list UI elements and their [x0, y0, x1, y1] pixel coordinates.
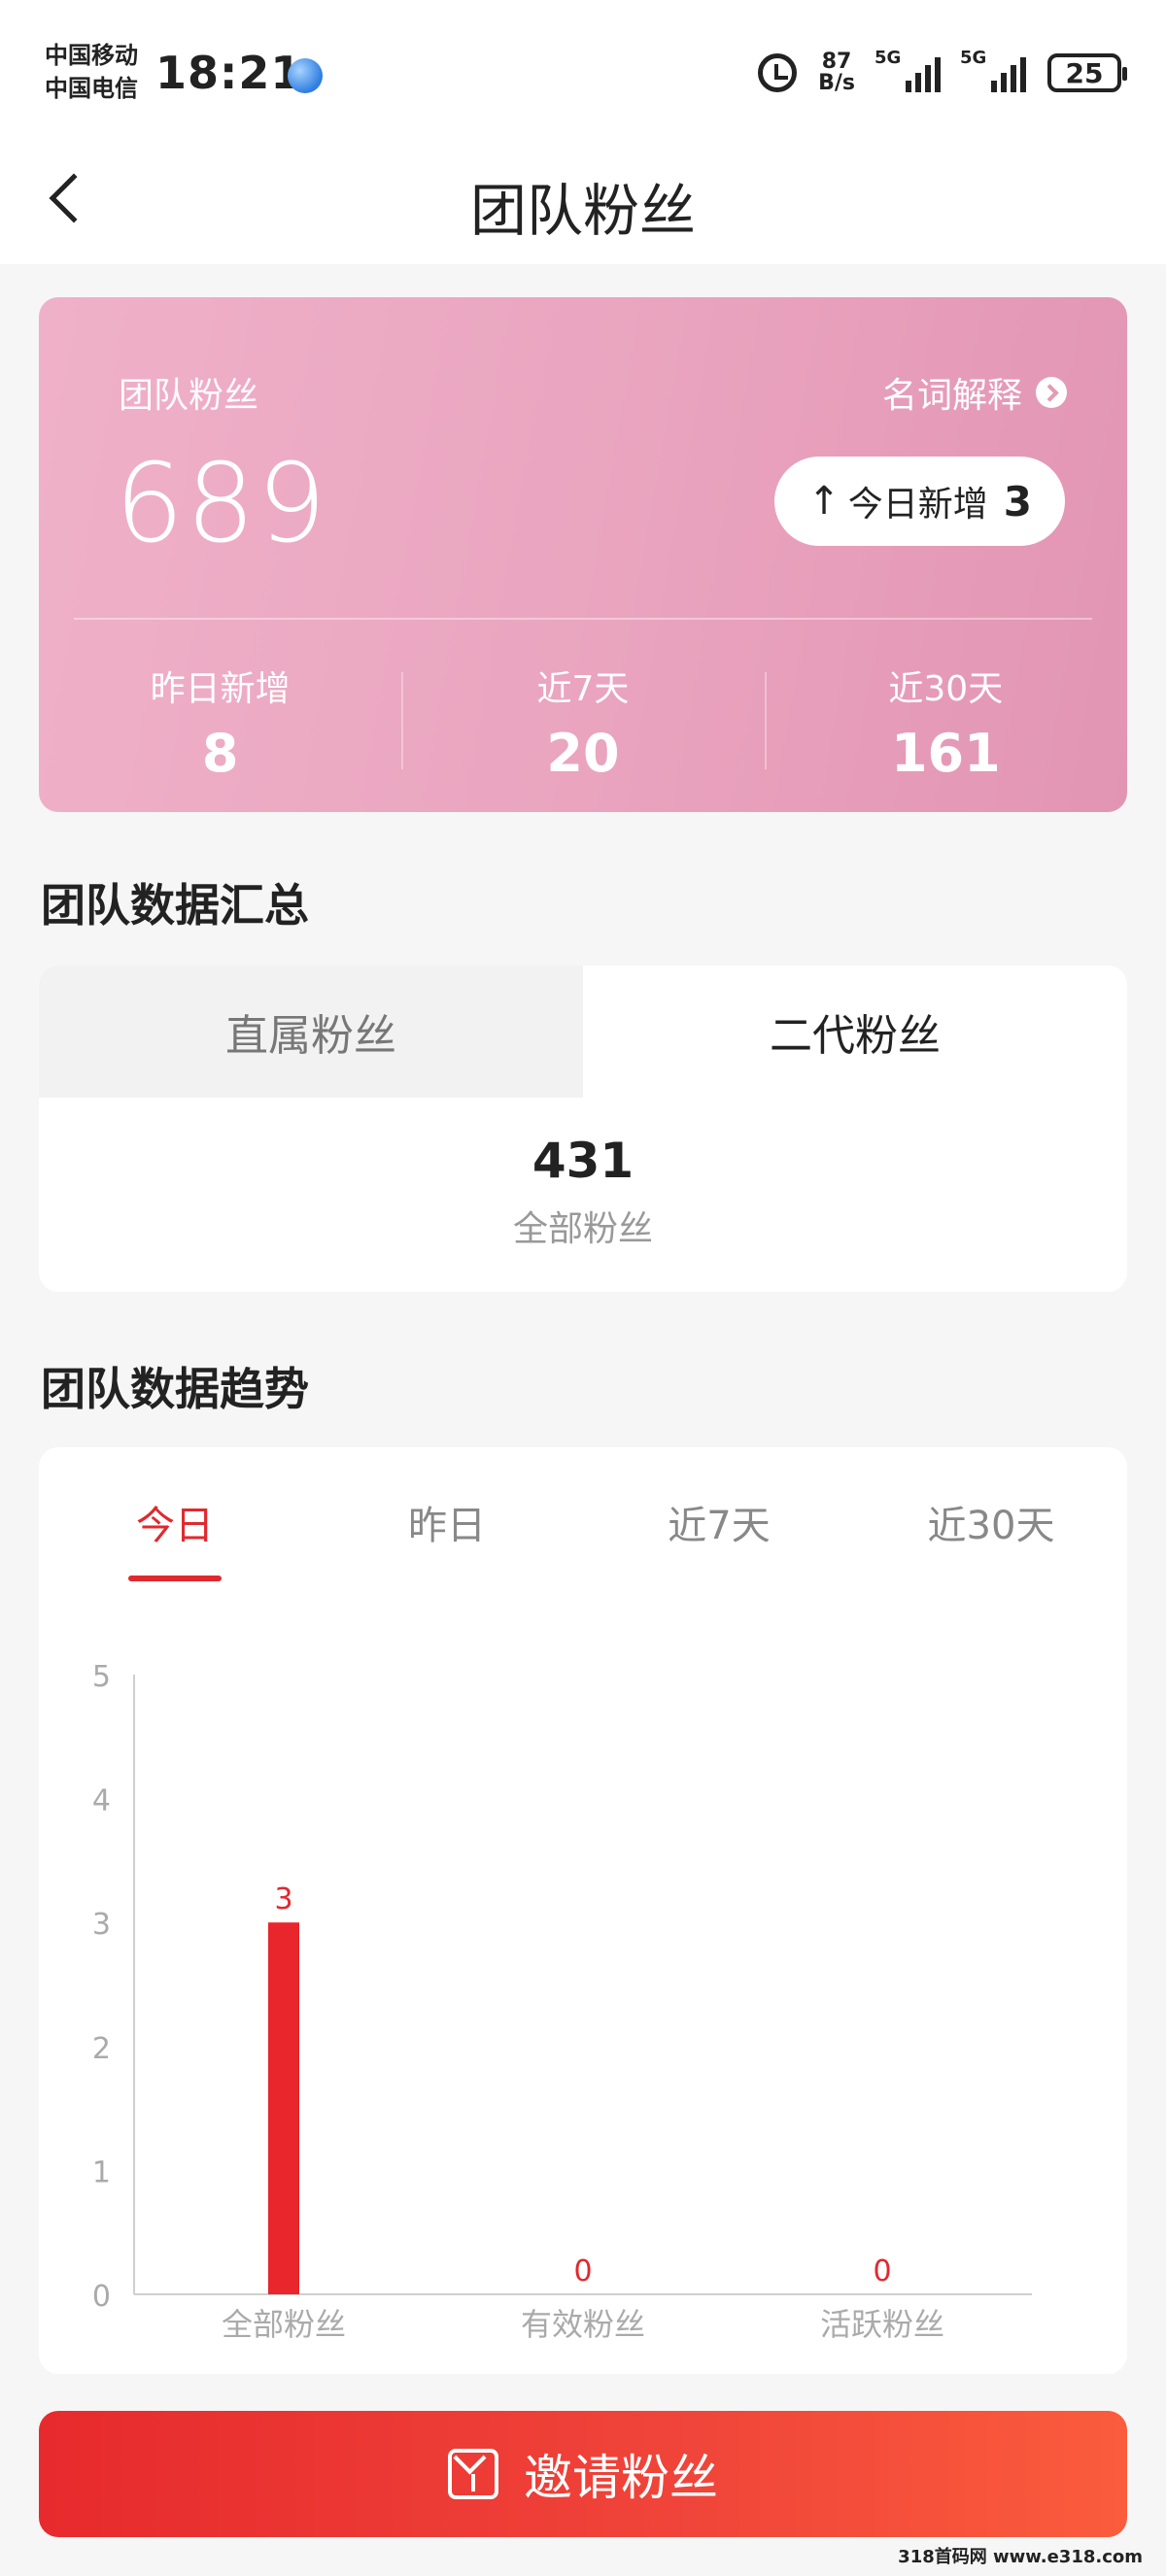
tab-direct-fans[interactable]: 直属粉丝: [39, 966, 583, 1098]
y-tick-label: 1: [92, 2155, 111, 2189]
stat-value: 161: [890, 723, 1001, 784]
fans-card-label: 团队粉丝: [119, 376, 259, 416]
summary-value: 431: [532, 1133, 634, 1189]
status-bar: 中国移动 中国电信 18:21 87 B/s 5G 5G 25: [0, 0, 1166, 136]
chevron-right-circle-icon: [1036, 377, 1067, 408]
signal-label-2: 5G: [960, 48, 987, 68]
invite-envelope-icon: [448, 2449, 498, 2499]
signal-icon: 5G: [874, 48, 941, 92]
today-new-value: 3: [1003, 477, 1032, 525]
fans-total: 689: [115, 441, 328, 567]
divider: [74, 618, 1092, 620]
trend-bar-chart: 0 1 2 3 4 5 3 全部粉丝 0 有效粉丝 0 活跃粉丝: [92, 1660, 1032, 2343]
net-speed: 87 B/s: [818, 51, 855, 94]
stat-yesterday: 昨日新增 8: [39, 643, 401, 789]
status-icons: 87 B/s 5G 5G 25: [758, 48, 1127, 97]
bar-data-label: 3: [274, 1882, 292, 1916]
x-category-label: 有效粉丝: [521, 2306, 645, 2343]
invite-fans-label: 邀请粉丝: [524, 2450, 718, 2506]
bar: [268, 1922, 299, 2294]
glossary-link[interactable]: 名词解释: [882, 367, 1067, 418]
y-tick-label: 5: [92, 1660, 111, 1694]
tab-second-gen-fans[interactable]: 二代粉丝: [583, 966, 1127, 1098]
signal-label-1: 5G: [874, 48, 902, 68]
carrier-1: 中国移动: [45, 42, 138, 69]
summary-section-title: 团队数据汇总: [41, 879, 309, 932]
stat-30-days: 近30天 161: [764, 643, 1127, 789]
glossary-link-label: 名词解释: [881, 376, 1022, 416]
page-title: 团队粉丝: [469, 178, 696, 244]
x-category-label: 活跃粉丝: [820, 2306, 944, 2343]
battery-level: 25: [1065, 56, 1104, 89]
signal-icon-2: 5G: [960, 48, 1026, 92]
stat-label: 昨日新增: [150, 669, 291, 709]
stat-value: 20: [546, 723, 620, 784]
net-speed-unit: B/s: [818, 71, 855, 95]
alarm-icon: [758, 53, 798, 92]
y-tick-label: 2: [92, 2032, 111, 2066]
today-new-label: 今日新增: [847, 485, 988, 525]
battery-icon: 25: [1047, 53, 1127, 92]
invite-fans-button[interactable]: 邀请粉丝: [39, 2411, 1127, 2537]
fans-stats: 昨日新增 8 近7天 20 近30天 161: [39, 643, 1127, 789]
bar-data-label: 0: [573, 2254, 592, 2288]
stat-label: 近7天: [536, 669, 630, 709]
today-new-badge: ↑ 今日新增 3: [774, 457, 1065, 546]
stat-7-days: 近7天 20: [401, 643, 764, 789]
carrier-info: 中国移动 中国电信: [45, 39, 138, 105]
nav-bar: 团队粉丝: [0, 136, 1166, 264]
summary-card: 直属粉丝 二代粉丝 431 全部粉丝: [39, 966, 1127, 1292]
summary-tabs: 直属粉丝 二代粉丝: [39, 966, 1127, 1098]
stat-label: 近30天: [888, 669, 1004, 709]
watermark: 318首码网 www.e318.com: [898, 2547, 1143, 2567]
y-tick-label: 0: [92, 2280, 111, 2314]
trend-card: 今日 昨日 近7天 近30天 0 1 2 3 4 5 3 全部粉丝 0 有效粉丝 0 活跃粉丝: [39, 1447, 1127, 2374]
trend-section-title: 团队数据趋势: [41, 1363, 309, 1415]
stat-value: 8: [201, 723, 239, 784]
y-tick-label: 3: [92, 1908, 111, 1942]
net-speed-value: 87: [821, 50, 852, 74]
team-fans-card: 团队粉丝 名词解释 689 ↑ 今日新增 3 昨日新增 8 近7天 20 近30…: [39, 297, 1127, 812]
arrow-up-icon: ↑: [807, 479, 840, 524]
browser-globe-icon: [288, 58, 323, 93]
summary-caption: 全部粉丝: [512, 1209, 653, 1249]
y-tick-label: 4: [92, 1784, 111, 1818]
carrier-2: 中国电信: [45, 75, 138, 102]
x-category-label: 全部粉丝: [222, 2306, 346, 2343]
clock: 18:21: [155, 47, 303, 99]
bar-data-label: 0: [873, 2254, 891, 2288]
